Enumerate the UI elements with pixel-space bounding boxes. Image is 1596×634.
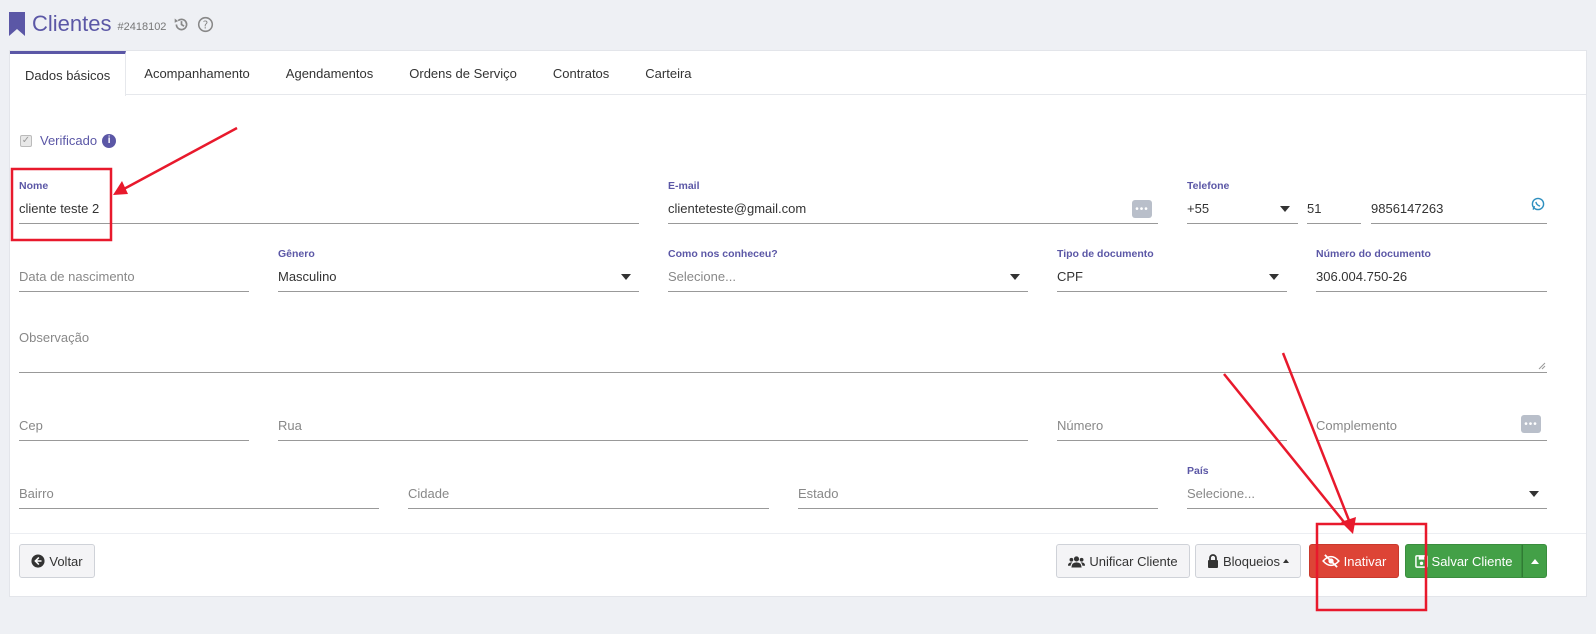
resize-handle-icon[interactable] — [1538, 362, 1546, 370]
bairro-field[interactable]: Bairro — [19, 479, 379, 509]
chevron-down-icon — [1010, 274, 1020, 280]
pais-label: País — [1187, 465, 1209, 477]
numero-documento-label: Número do documento — [1316, 248, 1431, 260]
eye-slash-icon — [1321, 554, 1340, 568]
tab-dados-basicos[interactable]: Dados básicos — [10, 51, 127, 96]
tipo-documento-value: CPF — [1057, 269, 1083, 284]
telefone-ddd-value: 51 — [1307, 201, 1322, 216]
pais-placeholder: Selecione... — [1187, 486, 1255, 501]
email-value: clienteteste@gmail.com — [668, 201, 807, 216]
cidade-field[interactable]: Cidade — [408, 479, 769, 509]
telefone-ddd-field[interactable]: 51 — [1307, 194, 1361, 224]
telefone-ddi-select[interactable]: Telefone +55 — [1187, 180, 1298, 224]
telefone-ddi-value: +55 — [1187, 201, 1210, 216]
tab-acompanhamento[interactable]: Acompanhamento — [126, 51, 268, 95]
users-icon — [1068, 555, 1086, 568]
tab-bar: Dados básicos Acompanhamento Agendamento… — [10, 51, 1586, 96]
telefone-numero-field[interactable]: 9856147263 — [1371, 194, 1547, 224]
complemento-placeholder: Complemento — [1316, 418, 1397, 433]
salvar-options-toggle[interactable] — [1522, 544, 1547, 578]
voltar-label: Voltar — [49, 553, 83, 569]
inativar-button[interactable]: Inativar — [1309, 544, 1399, 578]
cep-field[interactable]: Cep — [19, 411, 249, 441]
tab-agendamentos[interactable]: Agendamentos — [268, 51, 391, 95]
pais-select[interactable]: País Selecione... — [1187, 465, 1547, 509]
salvar-cliente-button[interactable]: Salvar Cliente — [1405, 544, 1522, 578]
client-form-card: Dados básicos Acompanhamento Agendamento… — [9, 50, 1587, 597]
como-conheceu-label: Como nos conheceu? — [668, 248, 778, 260]
arrow-left-circle-icon — [31, 554, 45, 568]
lock-icon — [1207, 554, 1219, 568]
genero-value: Masculino — [278, 269, 337, 284]
observacao-textarea[interactable]: Observação — [19, 329, 1547, 373]
cidade-placeholder: Cidade — [408, 486, 450, 501]
genero-select[interactable]: Gênero Masculino — [278, 248, 639, 292]
caret-up-icon — [1530, 558, 1539, 564]
bookmark-icon — [9, 12, 25, 36]
chevron-down-icon — [1269, 274, 1279, 280]
como-conheceu-select[interactable]: Como nos conheceu? Selecione... — [668, 248, 1028, 292]
whatsapp-icon[interactable] — [1531, 197, 1545, 216]
como-conheceu-placeholder: Selecione... — [668, 269, 736, 284]
telefone-label: Telefone — [1187, 180, 1230, 192]
tab-carteira[interactable]: Carteira — [627, 51, 709, 95]
save-icon — [1414, 554, 1428, 568]
more-options-icon[interactable]: ••• — [1521, 415, 1541, 433]
verificado-checkbox-row: ✓ Verificado i — [20, 133, 117, 148]
nascimento-field[interactable]: Data de nascimento — [19, 262, 249, 292]
bloqueios-label: Bloqueios — [1222, 553, 1281, 569]
unificar-label: Unificar Cliente — [1089, 553, 1178, 569]
rua-field[interactable]: Rua — [278, 411, 1028, 441]
bloqueios-dropdown-button[interactable]: Bloqueios — [1195, 544, 1301, 578]
chevron-down-icon — [621, 274, 631, 280]
history-icon[interactable] — [172, 15, 190, 33]
caret-up-icon — [1283, 559, 1290, 563]
cep-placeholder: Cep — [19, 418, 43, 433]
complemento-field[interactable]: Complemento ••• — [1316, 411, 1547, 441]
footer-divider — [10, 533, 1586, 534]
info-icon[interactable]: i — [102, 133, 117, 148]
verificado-label: Verificado — [40, 133, 98, 148]
tab-ordens-servico[interactable]: Ordens de Serviço — [391, 51, 535, 95]
email-field[interactable]: E-mail clienteteste@gmail.com ••• — [668, 180, 1158, 224]
observacao-placeholder: Observação — [19, 330, 90, 345]
page-title: Clientes — [32, 11, 112, 36]
client-code: #2418102 — [117, 21, 167, 33]
help-icon[interactable]: ? — [196, 15, 214, 33]
numero-placeholder: Número — [1057, 418, 1104, 433]
chevron-down-icon — [1280, 206, 1290, 212]
nome-field[interactable]: Nome cliente teste 2 — [19, 180, 639, 224]
verificado-checkbox[interactable]: ✓ — [20, 134, 32, 147]
svg-text:?: ? — [203, 20, 208, 31]
tipo-documento-label: Tipo de documento — [1057, 248, 1154, 260]
salvar-label: Salvar Cliente — [1431, 553, 1513, 569]
more-options-icon[interactable]: ••• — [1132, 200, 1152, 218]
rua-placeholder: Rua — [278, 418, 302, 433]
tab-contratos[interactable]: Contratos — [535, 51, 627, 95]
unificar-cliente-button[interactable]: Unificar Cliente — [1056, 544, 1190, 578]
estado-field[interactable]: Estado — [798, 479, 1158, 509]
bairro-placeholder: Bairro — [19, 486, 54, 501]
telefone-numero-value: 9856147263 — [1371, 201, 1444, 216]
voltar-button[interactable]: Voltar — [19, 544, 95, 578]
tipo-documento-select[interactable]: Tipo de documento CPF — [1057, 248, 1287, 292]
estado-placeholder: Estado — [798, 486, 839, 501]
genero-label: Gênero — [278, 248, 315, 260]
inativar-label: Inativar — [1343, 553, 1387, 569]
nome-label: Nome — [19, 180, 49, 192]
nome-value: cliente teste 2 — [19, 201, 100, 216]
nascimento-placeholder: Data de nascimento — [19, 269, 135, 284]
page-header: Clientes #2418102 ? — [8, 8, 214, 40]
email-label: E-mail — [668, 180, 700, 192]
chevron-down-icon — [1529, 491, 1539, 497]
numero-field[interactable]: Número — [1057, 411, 1287, 441]
numero-documento-field[interactable]: Número do documento 306.004.750-26 — [1316, 248, 1547, 292]
numero-documento-value: 306.004.750-26 — [1316, 269, 1408, 284]
